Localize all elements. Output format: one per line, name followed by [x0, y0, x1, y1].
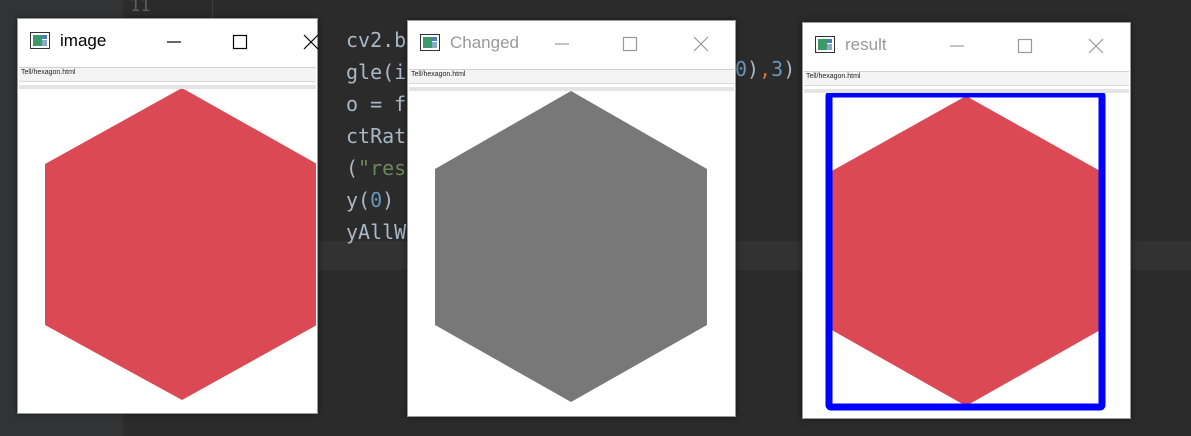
maximize-icon[interactable]	[227, 29, 253, 55]
window-title: Changed	[450, 33, 520, 52]
minimize-icon[interactable]	[549, 31, 575, 57]
code-text: )	[382, 188, 395, 212]
window-app-icon	[30, 32, 50, 49]
hexagon-shape	[435, 91, 707, 402]
status-text: Tell/hexagon.html	[411, 71, 466, 78]
minimize-icon[interactable]	[161, 29, 187, 55]
code-text: (	[346, 156, 359, 180]
close-icon[interactable]	[1083, 33, 1109, 59]
line-number: 11	[130, 0, 151, 16]
status-text: Tell/hexagon.html	[21, 69, 76, 76]
close-icon[interactable]	[298, 29, 324, 55]
title-bar[interactable]: result	[803, 23, 1130, 69]
title-bar[interactable]: Changed	[408, 21, 735, 67]
window-title: image	[60, 31, 107, 50]
result-canvas	[825, 93, 1106, 411]
minimize-icon[interactable]	[944, 33, 970, 59]
result-window[interactable]: result Tell/hexagon.html	[802, 22, 1131, 419]
status-strip: Tell/hexagon.html	[804, 71, 1129, 86]
gutter-separator	[212, 0, 213, 20]
image-window[interactable]: image Tell/hexagon.html	[17, 18, 319, 414]
status-strip: Tell/hexagon.html	[19, 67, 316, 82]
changed-window[interactable]: Changed Tell/hexagon.html	[407, 20, 736, 417]
changed-canvas	[435, 91, 707, 402]
close-icon[interactable]	[688, 31, 714, 57]
window-title: result	[845, 35, 887, 54]
code-number: 0	[735, 57, 748, 81]
code-text: )	[747, 57, 760, 81]
code-line-6[interactable]: y(0)	[346, 188, 394, 212]
hexagon-shape	[830, 96, 1102, 406]
code-text: y(	[346, 188, 371, 212]
hexagon-shape	[45, 89, 316, 400]
image-canvas	[45, 89, 316, 400]
status-text: Tell/hexagon.html	[806, 73, 861, 80]
status-strip: Tell/hexagon.html	[409, 69, 734, 84]
code-text: )	[783, 57, 796, 81]
title-bar[interactable]: image	[18, 19, 319, 65]
maximize-icon[interactable]	[617, 31, 643, 57]
window-app-icon	[815, 36, 835, 53]
window-app-icon	[420, 34, 440, 51]
code-number: 3	[771, 57, 784, 81]
maximize-icon[interactable]	[1012, 33, 1038, 59]
code-number: 0	[370, 188, 383, 212]
code-line-2-tail[interactable]: 0),3)	[735, 57, 795, 81]
